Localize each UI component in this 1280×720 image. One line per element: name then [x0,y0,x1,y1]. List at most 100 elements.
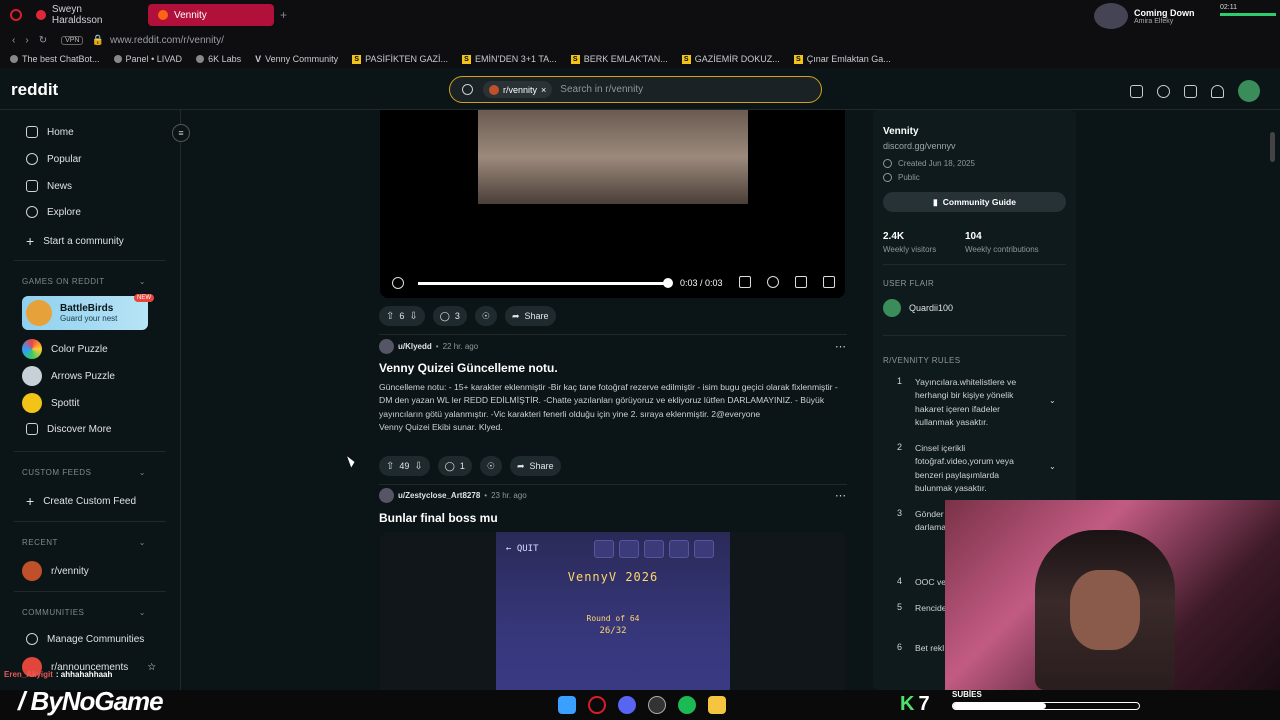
sidebar-item-label: Manage Communities [47,633,145,645]
share-button[interactable]: ➦ Share [509,456,561,476]
bookmark-item[interactable]: S Çınar Emlaktan Ga... [793,54,891,64]
obs-icon[interactable] [648,696,666,714]
custom-feeds-header[interactable]: CUSTOM FEEDS ⌄ [22,468,146,477]
notifications-icon[interactable] [1211,84,1224,98]
downvote-icon[interactable]: ⇩ [414,461,422,472]
rule-item[interactable]: 2 Cinsel içerikli fotoğraf.video,yorum ve… [897,442,1067,496]
comments-button[interactable]: ◯ 1 [437,456,472,476]
flag-icon[interactable] [669,540,689,558]
reddit-logo[interactable]: reddit [11,80,58,100]
bookmark-item[interactable]: V Venny Community [255,54,338,64]
bookmark-item[interactable]: S BERK EMLAK'TAN... [570,54,668,64]
scrollbar-thumb[interactable] [1270,132,1275,162]
post-title[interactable]: Bunlar final boss mu [379,511,498,525]
manage-communities[interactable]: Manage Communities [26,633,144,645]
bookmark-item[interactable]: 6K Labs [196,54,241,64]
community-chip[interactable]: r/vennity × [483,81,553,98]
bookmark-item[interactable]: S PASİFİKTEN GAZİ... [352,54,448,64]
communities-header[interactable]: COMMUNITIES ⌄ [22,608,146,617]
user-avatar[interactable] [1238,80,1260,102]
video-progress-bar[interactable] [418,277,673,288]
new-tab-icon[interactable]: + [280,8,287,22]
now-playing-widget[interactable]: Coming Down Amira Elfeky 02:11 [1090,0,1280,32]
tab-vennity[interactable]: Vennity [148,4,274,26]
spotify-icon[interactable] [678,696,696,714]
collapse-sidebar-icon[interactable]: ≡ [172,124,190,142]
forward-icon[interactable]: › [25,35,28,46]
sidebar-game-arrows-puzzle[interactable]: Arrows Puzzle [22,366,115,386]
fullscreen-icon[interactable] [795,276,807,288]
opera-icon[interactable] [588,696,606,714]
rule-item[interactable]: 1 Yayıncılara.whitelistlere ve herhangi b… [897,376,1067,430]
more-options-icon[interactable]: ⋯ [835,489,846,502]
settings-icon[interactable] [767,276,779,288]
vpn-badge[interactable]: VPN [61,35,84,45]
award-button[interactable]: ☉ [479,456,502,476]
post-title[interactable]: Venny Quizei Güncelleme notu. [379,361,558,375]
stat-contributions: 104 Weekly contributions [965,231,1039,254]
sidebar-game-spottit[interactable]: Spottit [22,393,79,413]
search-bar[interactable]: r/vennity × Search in r/vennity [449,76,822,103]
sidebar-discover-more[interactable]: Discover More [26,423,111,435]
advertise-icon[interactable] [1130,84,1143,98]
quit-button[interactable]: ← QUIT [506,544,539,554]
flair-avatar [883,299,901,317]
undo-icon[interactable] [594,540,614,558]
upvote-icon[interactable]: ⇧ [386,461,394,472]
community-guide-button[interactable]: ▮ Community Guide [883,192,1066,212]
sidebar-game-color-puzzle[interactable]: Color Puzzle [22,339,108,359]
video-player[interactable]: 0:03 / 0:03 [380,110,845,298]
bookmark-item[interactable]: S GAZİEMİR DOKUZ... [681,54,780,64]
created-label: Created Jun 18, 2025 [898,159,975,168]
bookmark-item[interactable]: Panel • LIVAD [113,54,182,64]
rule-text: Cinsel içerikli fotoğraf.video,yorum vey… [915,443,1014,494]
games-section-header[interactable]: GAMES ON REDDIT ⌄ [22,277,146,286]
user-avatar[interactable] [379,339,394,354]
award-button[interactable]: ☉ [474,306,497,326]
url-field[interactable]: www.reddit.com/r/vennity/ [110,35,224,46]
more-options-icon[interactable]: ⋯ [835,340,846,353]
opera-logo-icon[interactable] [10,9,22,21]
captions-icon[interactable] [739,276,751,288]
community-avatar [489,84,499,95]
sidebar-item-home[interactable]: Home [26,126,74,138]
recent-header[interactable]: RECENT ⌄ [22,538,146,547]
comments-button[interactable]: ◯ 3 [432,306,467,326]
post-author[interactable]: u/Klyedd [398,342,432,351]
volume-icon[interactable] [823,276,835,288]
reload-icon[interactable]: ↻ [39,35,47,46]
sidebar-item-popular[interactable]: Popular [26,153,81,165]
discord-icon[interactable] [618,696,636,714]
featured-game-battlebirds[interactable]: BattleBirds Guard your nest [22,296,148,330]
create-post-icon[interactable] [1184,84,1197,98]
sidebar-item-news[interactable]: News [26,180,72,192]
windows-start-icon[interactable] [558,696,576,714]
share-icon[interactable] [619,540,639,558]
recent-vennity[interactable]: r/vennity [22,561,89,581]
replay-icon[interactable] [392,277,404,289]
bookmark-item[interactable]: The best ChatBot... [10,54,100,64]
tab-sweyn[interactable]: Sweyn Haraldsson [26,4,144,26]
share-button[interactable]: ➦ Share [504,306,556,326]
create-custom-feed[interactable]: + Create Custom Feed [26,493,136,509]
user-avatar[interactable] [379,488,394,503]
downvote-icon[interactable]: ⇩ [409,311,417,322]
search-input[interactable]: Search in r/vennity [560,84,643,95]
file-explorer-icon[interactable] [708,696,726,714]
star-icon[interactable]: ☆ [147,662,156,673]
embedded-game[interactable]: ← QUIT VennyV 2026 Round of 64 26/32 [380,532,846,692]
upvote-icon[interactable]: ⇧ [386,311,394,322]
chat-icon[interactable] [1157,84,1170,98]
user-flair[interactable]: Quardii100 [883,299,953,317]
divider [14,591,166,592]
community-link[interactable]: discord.gg/vennyv [883,141,956,151]
post-author[interactable]: u/Zestyclose_Art8278 [398,491,480,500]
close-icon[interactable]: × [541,85,546,95]
back-icon[interactable]: ‹ [12,35,15,46]
sidebar-item-explore[interactable]: Explore [26,206,81,218]
bookmark-item[interactable]: S EMİN'DEN 3+1 TA... [462,54,557,64]
sidebar-item-label: Discover More [47,423,112,435]
send-icon[interactable] [644,540,664,558]
expand-icon[interactable] [694,540,714,558]
sidebar-item-start-community[interactable]: + Start a community [26,233,124,249]
